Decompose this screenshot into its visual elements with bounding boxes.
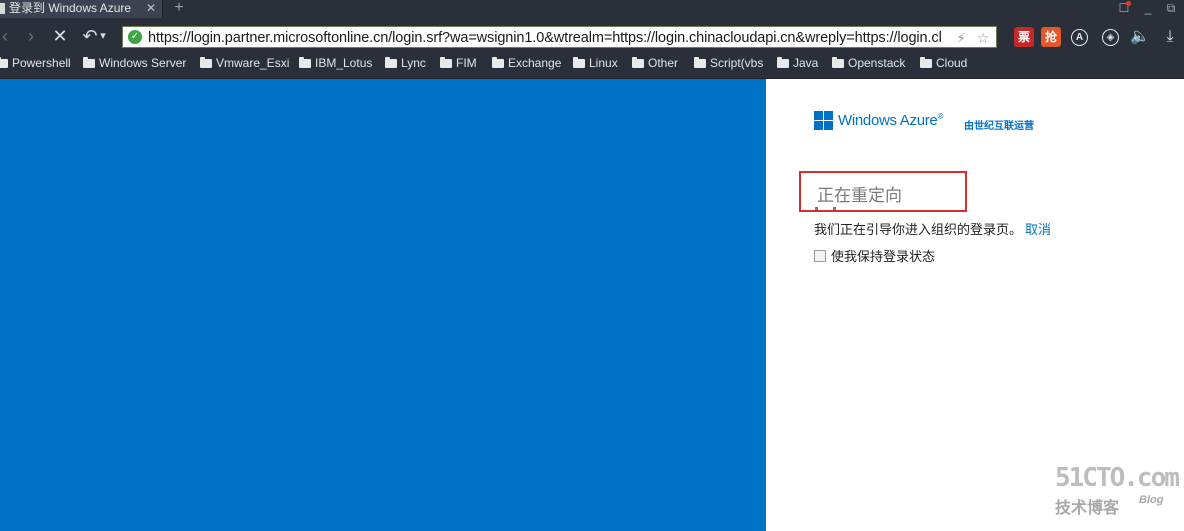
bookmark-lync[interactable]: Lync xyxy=(385,54,426,72)
watermark-logo: 51CTO.com 技术博客 Blog xyxy=(1055,463,1180,517)
windows-logo-icon xyxy=(814,111,834,131)
folder-icon xyxy=(492,57,504,68)
bookmark-linux[interactable]: Linux xyxy=(573,54,618,72)
bookmark-windows-server[interactable]: Windows Server xyxy=(83,54,186,72)
back-button[interactable]: ‹ xyxy=(0,24,16,48)
adblock-icon[interactable]: A xyxy=(1071,29,1088,46)
cancel-link[interactable]: 取消 xyxy=(1025,222,1051,237)
tab-strip: 登录到 Windows Azure ✕ + ☐ _ ⧉ xyxy=(0,0,1184,18)
folder-icon xyxy=(0,57,8,68)
bookmarks-bar: Powershell Windows Server Vmware_Esxi IB… xyxy=(0,54,1184,79)
redirect-message: 我们正在引导你进入组织的登录页。 取消 xyxy=(814,222,1052,237)
ticket-extension-icon[interactable]: 票 xyxy=(1014,27,1034,47)
restore-button[interactable]: ⧉ xyxy=(1160,0,1182,18)
undo-menu-button[interactable]: ▾ xyxy=(96,24,110,48)
navigation-toolbar: ‹ › ✕ ↶ ▾ ✓ https://login.partner.micros… xyxy=(0,18,1184,54)
lightning-icon[interactable]: ⚡ xyxy=(951,28,971,48)
folder-icon xyxy=(299,57,311,68)
folder-icon xyxy=(920,57,932,68)
folder-icon xyxy=(440,57,452,68)
page-icon xyxy=(0,3,5,14)
folder-icon xyxy=(694,57,706,68)
secure-check-icon: ✓ xyxy=(128,30,142,44)
azure-logo-text: Windows Azure® xyxy=(838,112,944,129)
keep-signed-in-row: 使我保持登录状态 xyxy=(814,246,935,265)
bookmark-powershell[interactable]: Powershell xyxy=(0,54,71,72)
compass-icon[interactable]: ◈ xyxy=(1102,29,1119,46)
stop-button[interactable]: ✕ xyxy=(49,24,71,48)
speaker-icon[interactable]: 🔈 xyxy=(1130,27,1150,47)
minimize-button[interactable]: _ xyxy=(1137,0,1159,18)
folder-icon xyxy=(573,57,585,68)
tab-azure-login[interactable]: 登录到 Windows Azure ✕ xyxy=(0,0,163,18)
bookmark-openstack[interactable]: Openstack xyxy=(832,54,905,72)
bookmark-java[interactable]: Java xyxy=(777,54,818,72)
folder-icon xyxy=(385,57,397,68)
close-icon[interactable]: ✕ xyxy=(146,0,156,17)
grab-extension-icon[interactable]: 抢 xyxy=(1041,27,1061,47)
address-bar[interactable]: ✓ https://login.partner.microsoftonline.… xyxy=(122,26,997,48)
bookmark-vmware-esxi[interactable]: Vmware_Esxi xyxy=(200,54,289,72)
folder-icon xyxy=(200,57,212,68)
operator-subtitle: 由世纪互联运营 xyxy=(964,121,1034,132)
menu-icon[interactable]: ☐ xyxy=(1113,0,1135,18)
azure-blue-panel xyxy=(0,79,766,531)
bookmark-fim[interactable]: FIM xyxy=(440,54,477,72)
keep-signed-in-label: 使我保持登录状态 xyxy=(831,249,936,264)
download-icon[interactable]: ⤓ xyxy=(1160,27,1180,47)
redirect-title: 正在重定向 xyxy=(817,186,902,206)
redirect-highlight-box: 正在重定向 xyxy=(799,171,967,212)
folder-icon xyxy=(83,57,95,68)
folder-icon xyxy=(632,57,644,68)
bookmark-exchange[interactable]: Exchange xyxy=(492,54,561,72)
bookmark-cloud[interactable]: Cloud xyxy=(920,54,967,72)
progress-dots xyxy=(815,207,855,210)
folder-icon xyxy=(777,57,789,68)
folder-icon xyxy=(832,57,844,68)
bookmark-script-vbs[interactable]: Script(vbs xyxy=(694,54,763,72)
bookmark-other[interactable]: Other xyxy=(632,54,678,72)
bookmark-ibm-lotus[interactable]: IBM_Lotus xyxy=(299,54,372,72)
keep-signed-in-checkbox[interactable] xyxy=(814,250,826,262)
url-text[interactable]: https://login.partner.microsoftonline.cn… xyxy=(148,29,948,47)
star-icon[interactable]: ☆ xyxy=(973,28,993,48)
tab-title: 登录到 Windows Azure xyxy=(9,1,132,15)
new-tab-button[interactable]: + xyxy=(168,0,190,17)
forward-button[interactable]: › xyxy=(20,24,42,48)
